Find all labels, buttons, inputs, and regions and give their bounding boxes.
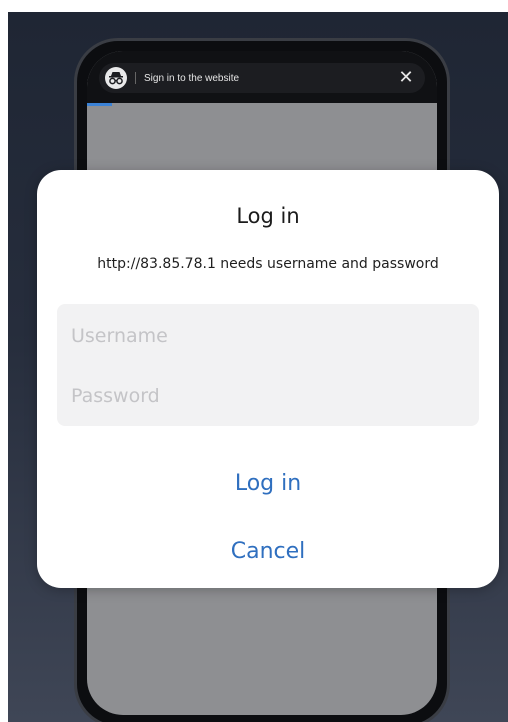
- loading-progress-fill: [87, 103, 112, 106]
- close-icon[interactable]: ✕: [395, 67, 417, 89]
- dialog-message: http://83.85.78.1 needs username and pas…: [97, 256, 439, 272]
- dialog-title: Log in: [236, 204, 300, 228]
- login-dialog: Log in http://83.85.78.1 needs username …: [37, 170, 499, 588]
- page-title: Sign in to the website: [144, 72, 240, 84]
- login-button[interactable]: Log in: [37, 466, 499, 502]
- pill-divider: [135, 72, 136, 84]
- username-input[interactable]: [71, 316, 465, 356]
- browser-top-bar: Sign in to the website ✕: [87, 51, 437, 103]
- incognito-icon: [105, 67, 127, 89]
- credentials-fields: [57, 304, 479, 426]
- password-input[interactable]: [71, 376, 465, 416]
- cancel-button[interactable]: Cancel: [37, 534, 499, 570]
- loading-progress-bar: [87, 103, 437, 106]
- address-pill[interactable]: Sign in to the website ✕: [99, 63, 425, 93]
- background: Sign in to the website ✕ Log in http://8…: [8, 12, 508, 722]
